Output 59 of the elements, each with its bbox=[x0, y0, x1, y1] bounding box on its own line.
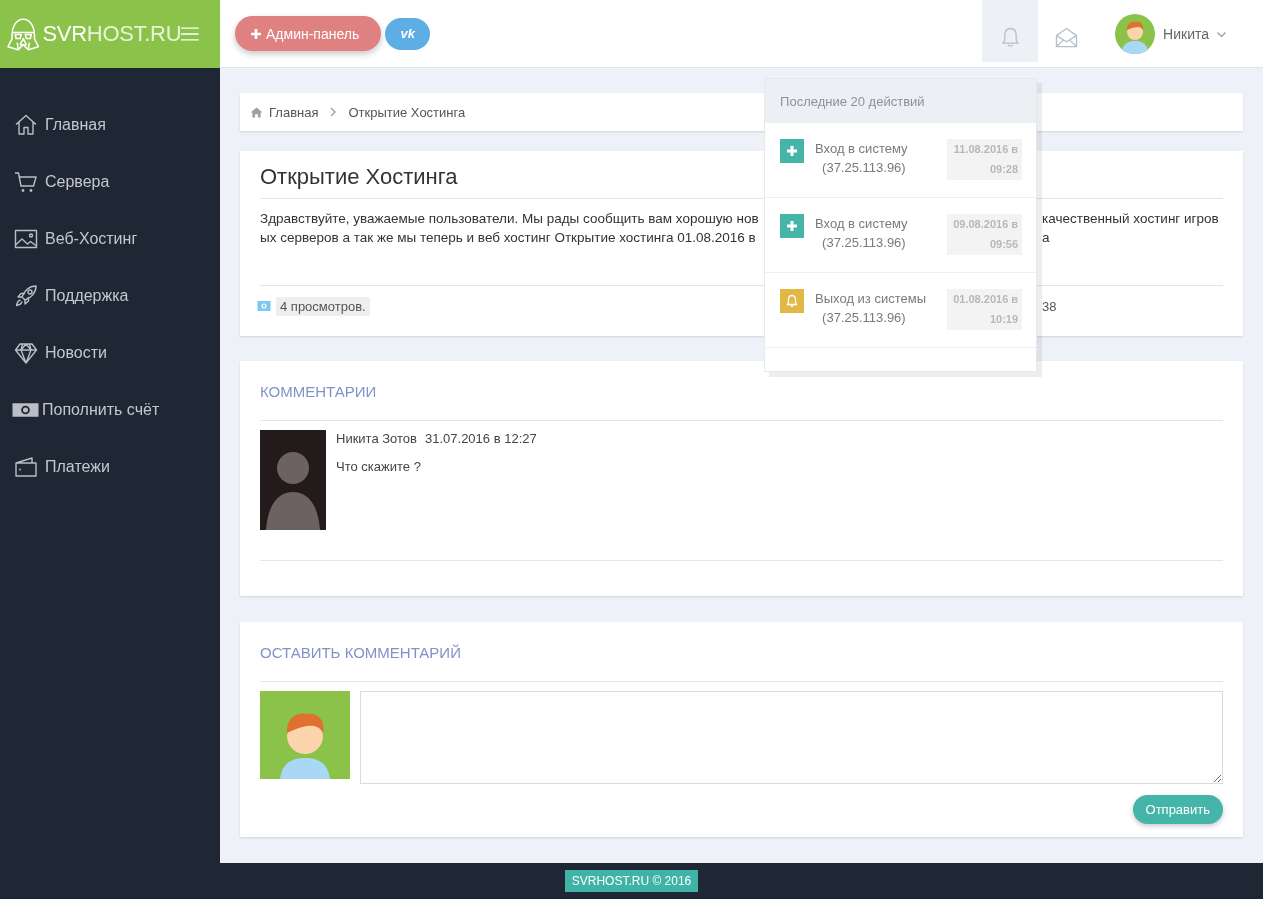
nav-item[interactable]: Сервера bbox=[0, 153, 220, 210]
nav-item[interactable]: Платежи bbox=[0, 438, 220, 495]
activity-date: 09.08.2016 в bbox=[953, 217, 1019, 232]
plus-icon bbox=[251, 28, 261, 39]
rocket-icon bbox=[14, 283, 38, 308]
comment-textarea[interactable] bbox=[360, 691, 1223, 784]
activity-item[interactable]: Вход в систему (37.25.113.96) 09.08.2016 в 09:56 bbox=[765, 198, 1037, 273]
section-heading: ОСТАВИТЬ КОММЕНТАРИЙ bbox=[260, 622, 1223, 682]
breadcrumb-current: Открытие Хостинга bbox=[348, 104, 466, 120]
article-text: Здравствуйте, уважаемые пользователи. Мы рады сообщить вам хорошую нов bbox=[260, 210, 759, 228]
menu-icon[interactable] bbox=[181, 27, 199, 41]
nav-item[interactable]: Новости bbox=[0, 324, 220, 381]
activity-item[interactable]: Выход из системы (37.25.113.96) 01.08.2016 в 10:19 bbox=[765, 273, 1037, 348]
article-text: качественный хостинг игров bbox=[1042, 210, 1219, 228]
nav-item[interactable]: Главная bbox=[0, 96, 220, 153]
article-meta-text: 38 bbox=[1042, 298, 1057, 314]
section-heading: КОММЕНТАРИИ bbox=[260, 361, 1223, 421]
bell-icon bbox=[780, 289, 805, 313]
user-menu[interactable]: Никита bbox=[1115, 0, 1226, 68]
activity-action: Выход из системы bbox=[815, 290, 926, 308]
bell-icon bbox=[1000, 26, 1020, 48]
activity-time: 09:56 bbox=[989, 237, 1019, 252]
activity-time: 09:28 bbox=[989, 162, 1019, 177]
chevron-right-icon bbox=[330, 107, 337, 117]
activity-date: 01.08.2016 в bbox=[953, 292, 1019, 307]
wallet-icon bbox=[14, 454, 38, 479]
nav-item[interactable]: Поддержка bbox=[0, 267, 220, 324]
chevron-down-icon bbox=[1217, 31, 1226, 37]
comment-date: 31.07.2016 в 12:27 bbox=[425, 430, 537, 448]
plus-icon bbox=[780, 214, 805, 238]
activity-ip: (37.25.113.96) bbox=[821, 234, 906, 252]
diamond-icon bbox=[14, 340, 38, 365]
activity-ip: (37.25.113.96) bbox=[821, 159, 906, 177]
activity-date: 11.08.2016 в bbox=[953, 142, 1019, 157]
nav-item[interactable]: Веб-Хостинг bbox=[0, 210, 220, 267]
article-text: а bbox=[1042, 229, 1050, 247]
activity-ip: (37.25.113.96) bbox=[821, 309, 906, 327]
avatar-icon bbox=[1115, 14, 1156, 54]
plus-icon bbox=[780, 139, 805, 163]
comment-text: Что скажите ? bbox=[336, 458, 422, 476]
envelope-icon bbox=[1054, 26, 1078, 48]
user-name: Никита bbox=[1163, 26, 1209, 42]
activity-action: Вход в систему bbox=[815, 140, 908, 158]
home-icon bbox=[250, 106, 263, 118]
nav-item[interactable]: Пополнить счёт bbox=[0, 381, 220, 438]
views-count: 4 просмотров. bbox=[276, 296, 370, 316]
article-text: ых серверов а так же мы теперь и веб хостинг Открытие хостинга 01.08.2016 в bbox=[260, 229, 756, 247]
activity-action: Вход в систему bbox=[815, 215, 908, 233]
home-icon bbox=[14, 112, 38, 137]
notifications-button[interactable] bbox=[982, 0, 1039, 62]
breadcrumb-link[interactable]: Главная bbox=[269, 104, 319, 120]
helmet-icon bbox=[7, 16, 40, 52]
copyright-text: SVRHOST.RU © 2016 bbox=[564, 870, 699, 892]
activity-time: 10:19 bbox=[989, 312, 1019, 327]
cart-icon bbox=[14, 169, 38, 194]
dropdown-title: Последние 20 действий bbox=[765, 79, 1037, 123]
picture-icon bbox=[257, 300, 271, 312]
activity-item[interactable]: Вход в систему (37.25.113.96) 11.08.2016 в 09:28 bbox=[765, 123, 1037, 198]
comment-author: Никита Зотов bbox=[336, 430, 417, 448]
